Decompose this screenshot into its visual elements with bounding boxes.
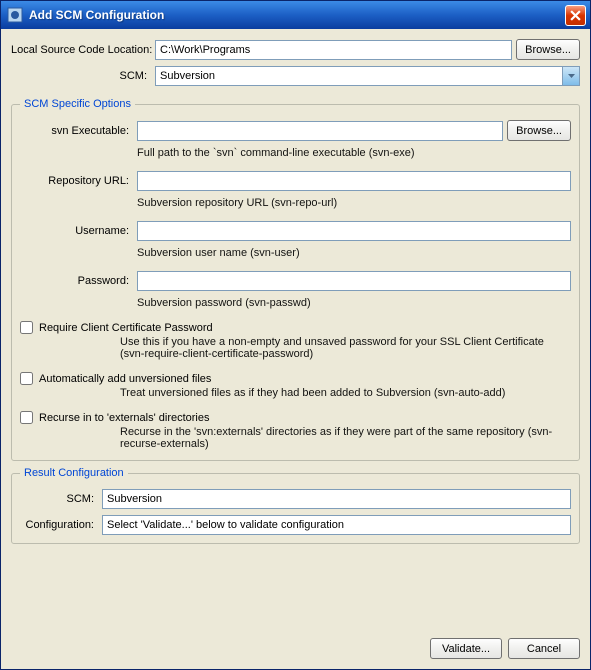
result-scm-field bbox=[102, 489, 571, 509]
require-cert-hint: Use this if you have a non-empty and uns… bbox=[120, 336, 571, 360]
result-fieldset: Result Configuration SCM: Configuration: bbox=[11, 467, 580, 544]
recurse-label[interactable]: Recurse in to 'externals' directories bbox=[39, 412, 210, 424]
row-require-cert: Require Client Certificate Password bbox=[20, 321, 571, 334]
row-scm: SCM: Subversion bbox=[11, 66, 580, 86]
row-location: Local Source Code Location: Browse... bbox=[11, 39, 580, 60]
svn-exe-label: svn Executable: bbox=[20, 125, 133, 137]
row-password: Password: bbox=[20, 271, 571, 291]
cancel-button[interactable]: Cancel bbox=[508, 638, 580, 659]
scm-select-value: Subversion bbox=[156, 70, 562, 82]
scm-label: SCM: bbox=[11, 70, 151, 82]
auto-add-hint: Treat unversioned files as if they had b… bbox=[120, 387, 571, 399]
row-auto-add: Automatically add unversioned files bbox=[20, 372, 571, 385]
repo-url-label: Repository URL: bbox=[20, 175, 133, 187]
username-label: Username: bbox=[20, 225, 133, 237]
validate-button[interactable]: Validate... bbox=[430, 638, 502, 659]
row-username: Username: bbox=[20, 221, 571, 241]
password-hint: Subversion password (svn-passwd) bbox=[137, 297, 571, 309]
result-config-label: Configuration: bbox=[20, 519, 98, 531]
scm-specific-fieldset: SCM Specific Options svn Executable: Bro… bbox=[11, 98, 580, 461]
browse-location-button[interactable]: Browse... bbox=[516, 39, 580, 60]
require-cert-checkbox[interactable] bbox=[20, 321, 33, 334]
row-svn-exe: svn Executable: Browse... bbox=[20, 120, 571, 141]
result-config-field bbox=[102, 515, 571, 535]
window-title: Add SCM Configuration bbox=[29, 8, 565, 22]
row-result-config: Configuration: bbox=[20, 515, 571, 535]
scm-select[interactable]: Subversion bbox=[155, 66, 580, 86]
scm-specific-legend: SCM Specific Options bbox=[20, 98, 135, 110]
titlebar: Add SCM Configuration bbox=[1, 1, 590, 29]
svn-exe-hint: Full path to the `svn` command-line exec… bbox=[137, 147, 571, 159]
app-icon bbox=[7, 7, 23, 23]
dialog-window: Add SCM Configuration Local Source Code … bbox=[0, 0, 591, 670]
row-recurse: Recurse in to 'externals' directories bbox=[20, 411, 571, 424]
result-scm-label: SCM: bbox=[20, 493, 98, 505]
username-hint: Subversion user name (svn-user) bbox=[137, 247, 571, 259]
password-input[interactable] bbox=[137, 271, 571, 291]
location-label: Local Source Code Location: bbox=[11, 44, 151, 56]
close-button[interactable] bbox=[565, 5, 586, 26]
location-input[interactable] bbox=[155, 40, 512, 60]
repo-url-input[interactable] bbox=[137, 171, 571, 191]
repo-url-hint: Subversion repository URL (svn-repo-url) bbox=[137, 197, 571, 209]
username-input[interactable] bbox=[137, 221, 571, 241]
browse-svn-exe-button[interactable]: Browse... bbox=[507, 120, 571, 141]
password-label: Password: bbox=[20, 275, 133, 287]
recurse-hint: Recurse in the 'svn:externals' directori… bbox=[120, 426, 571, 450]
auto-add-label[interactable]: Automatically add unversioned files bbox=[39, 373, 211, 385]
row-repo-url: Repository URL: bbox=[20, 171, 571, 191]
button-bar: Validate... Cancel bbox=[11, 628, 580, 659]
auto-add-checkbox[interactable] bbox=[20, 372, 33, 385]
recurse-checkbox[interactable] bbox=[20, 411, 33, 424]
result-legend: Result Configuration bbox=[20, 467, 128, 479]
svn-exe-input[interactable] bbox=[137, 121, 503, 141]
chevron-down-icon bbox=[562, 67, 579, 85]
dialog-content: Local Source Code Location: Browse... SC… bbox=[1, 29, 590, 669]
row-result-scm: SCM: bbox=[20, 489, 571, 509]
require-cert-label[interactable]: Require Client Certificate Password bbox=[39, 322, 213, 334]
